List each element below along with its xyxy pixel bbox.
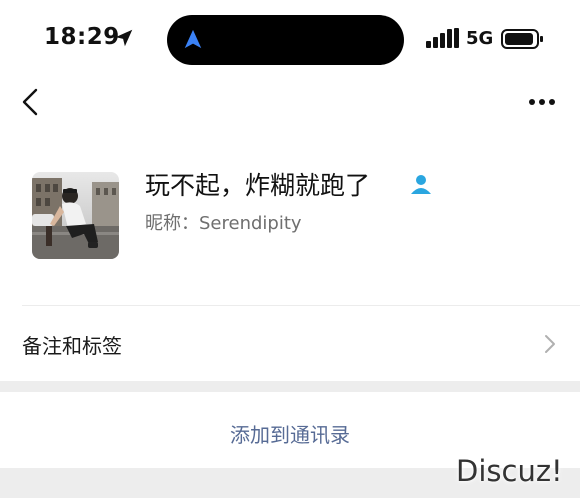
- signal-icon: [426, 28, 459, 48]
- navigation-arrow-icon: [184, 29, 202, 49]
- nickname: 昵称：Serendipity: [145, 213, 302, 234]
- remark-and-tags-label: 备注和标签: [22, 334, 122, 358]
- network-type: 5G: [466, 28, 494, 49]
- chevron-right-icon: [545, 335, 555, 353]
- add-to-contacts-label: 添加到通讯录: [230, 423, 350, 447]
- avatar-photo: [32, 172, 119, 259]
- watermark-logo: Discuz!: [456, 454, 563, 488]
- status-bar: 18:29 5G: [0, 0, 580, 80]
- status-time: 18:29: [44, 24, 120, 50]
- remark-and-tags-row[interactable]: 备注和标签: [0, 306, 580, 382]
- location-arrow-icon: [115, 29, 133, 47]
- display-name: 玩不起，炸糊就跑了: [145, 171, 371, 200]
- back-button[interactable]: [14, 84, 48, 120]
- battery-icon: [501, 29, 543, 49]
- section-separator: [0, 381, 580, 392]
- more-options-button[interactable]: [524, 88, 560, 116]
- avatar[interactable]: [32, 172, 119, 259]
- verified-person-icon: [411, 175, 431, 194]
